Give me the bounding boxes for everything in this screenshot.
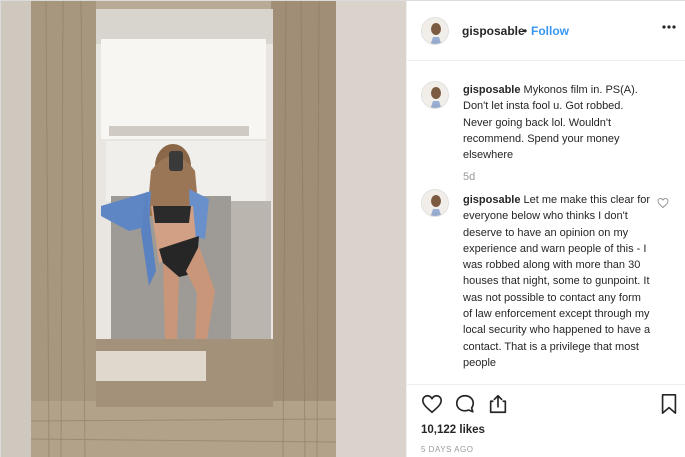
separator-dot: • <box>523 24 528 38</box>
comment-age: 5d <box>463 171 476 183</box>
likes-count[interactable]: 10,122 likes <box>421 424 485 436</box>
post-header: gisposable • Follow <box>407 1 685 61</box>
comments-list[interactable]: gisposable Mykonos film in. PS(A). Don't… <box>407 62 685 384</box>
comment-text: Let me make this clear for everyone belo… <box>463 194 651 369</box>
share-icon[interactable] <box>487 393 509 420</box>
instagram-post: gisposable • Follow gisposable Mykonos f… <box>0 0 685 457</box>
avatar-image <box>422 82 448 108</box>
avatar[interactable] <box>421 81 449 109</box>
avatar-image <box>422 18 448 44</box>
comment-like-heart-icon[interactable] <box>657 196 669 214</box>
post-sidebar: gisposable • Follow gisposable Mykonos f… <box>406 1 685 457</box>
avatar[interactable] <box>421 189 449 217</box>
post-author-username[interactable]: gisposable <box>462 24 525 38</box>
post-timestamp[interactable]: 5 DAYS AGO <box>421 445 473 454</box>
heart-icon[interactable] <box>421 393 443 420</box>
comment-username[interactable]: gisposable <box>463 194 520 206</box>
follow-button[interactable]: Follow <box>531 24 569 38</box>
bookmark-icon[interactable] <box>659 393 679 420</box>
avatar[interactable] <box>421 17 449 45</box>
comment-icon[interactable] <box>454 393 476 420</box>
avatar-image <box>422 190 448 216</box>
post-actions: 10,122 likes 5 DAYS AGO <box>407 384 685 457</box>
comment-body: gisposable Mykonos film in. PS(A). Don't… <box>463 82 653 163</box>
comment-body: gisposable Let me make this clear for ev… <box>463 192 653 371</box>
more-options-icon[interactable] <box>661 19 677 40</box>
mirror-selfie-image <box>1 1 406 457</box>
post-photo[interactable] <box>1 1 406 457</box>
comment-username[interactable]: gisposable <box>463 84 520 96</box>
